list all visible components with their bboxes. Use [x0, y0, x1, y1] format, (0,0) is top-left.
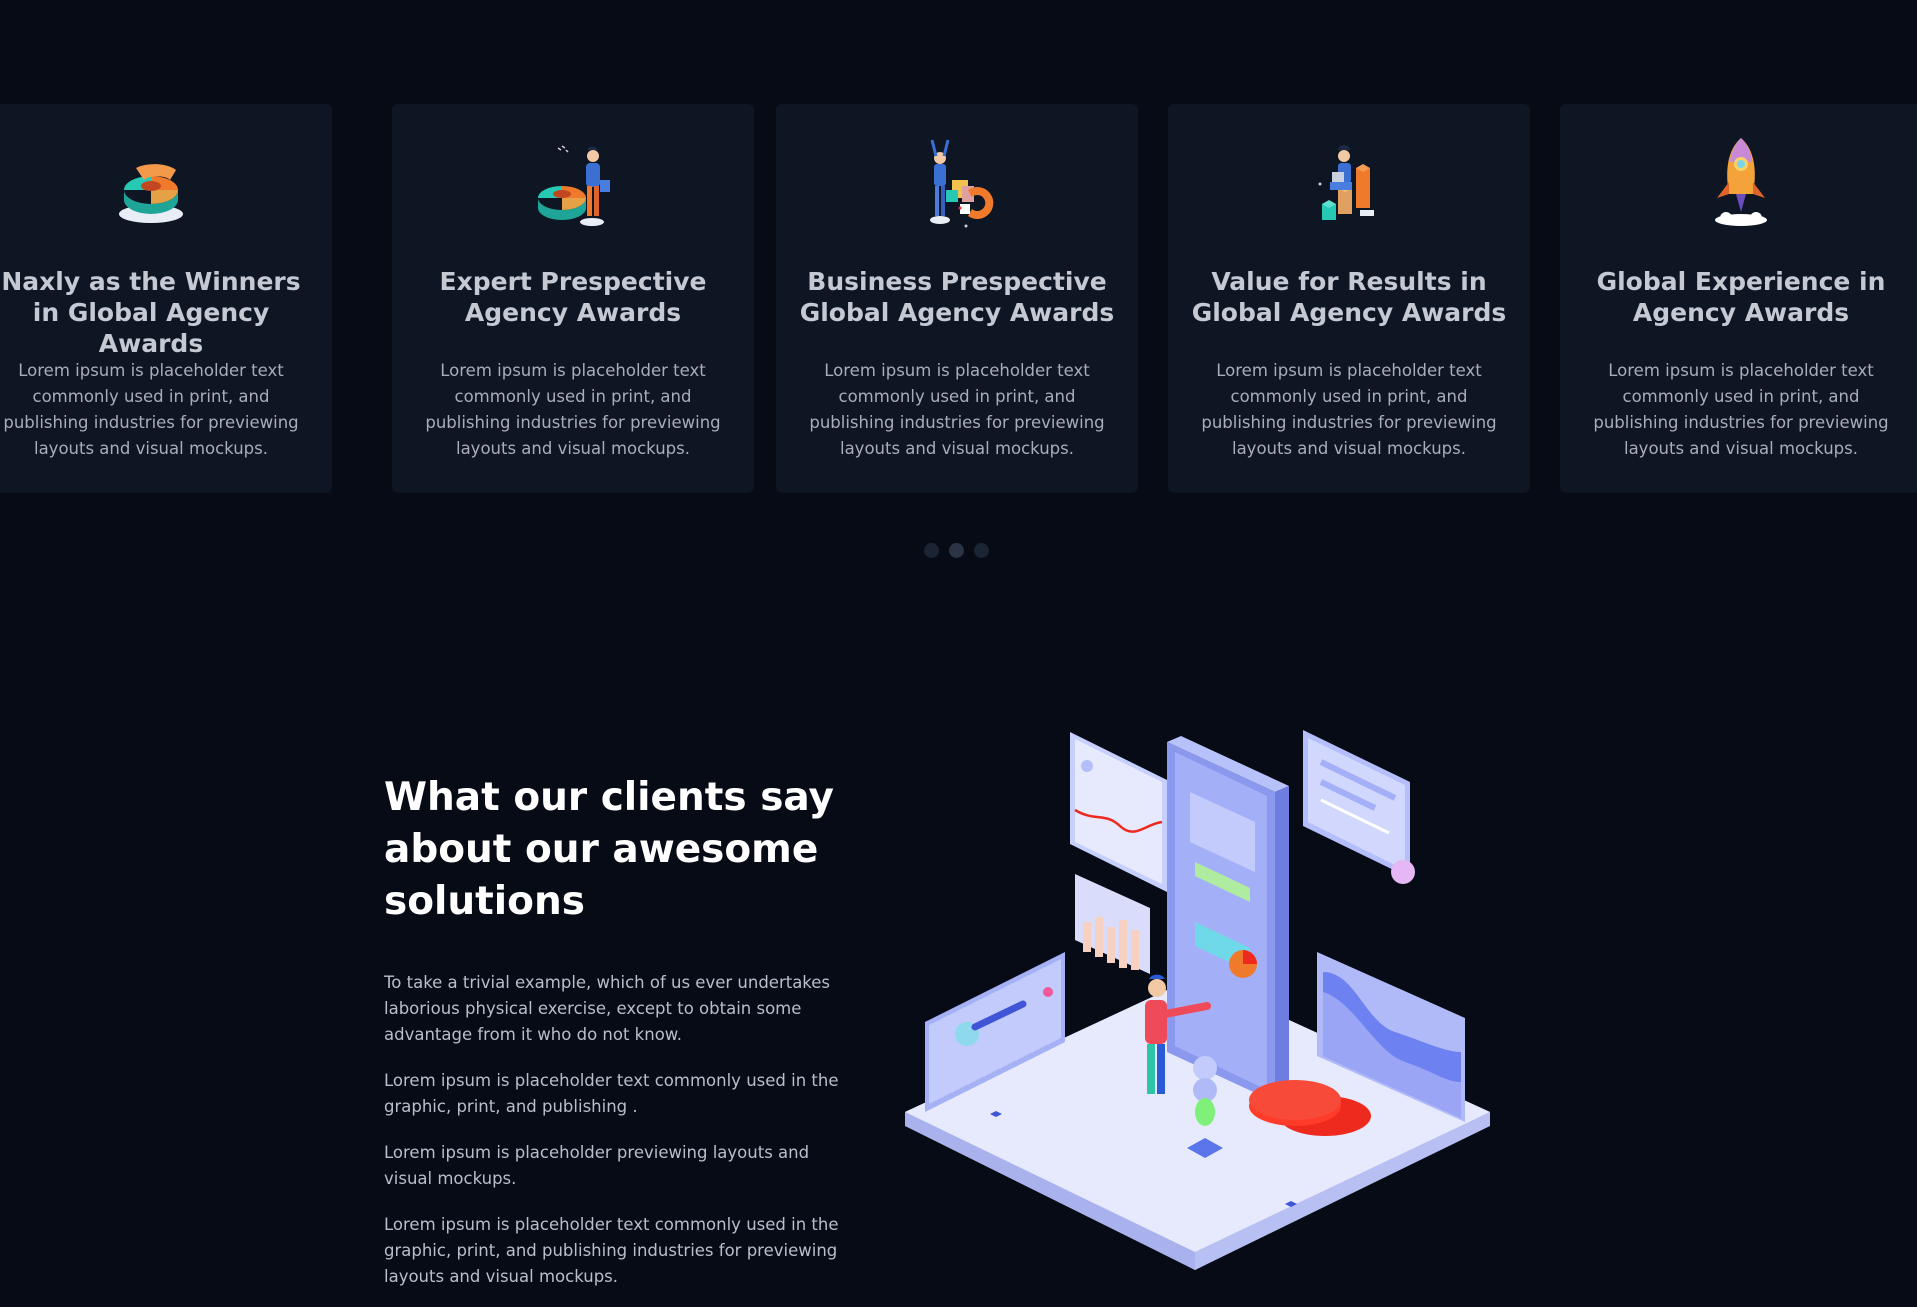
card-title: Value for Results in Global Agency Award… — [1191, 267, 1507, 327]
section-paragraph: Lorem ipsum is placeholder previewing la… — [384, 1143, 810, 1188]
section-paragraph: To take a trivial example, which of us e… — [384, 973, 831, 1044]
page: Naxly as the Winners in Global Agency Aw… — [0, 0, 1917, 1307]
award-card[interactable]: Business Prespective Global Agency Award… — [776, 104, 1138, 493]
card-text: Lorem ipsum is placeholder text commonly… — [1201, 361, 1497, 458]
carousel-dot[interactable] — [974, 543, 989, 558]
award-card[interactable]: Expert Prespective Agency Awards Lorem i… — [392, 104, 754, 493]
carousel-pagination — [924, 543, 989, 559]
card-title: Naxly as the Winners in Global Agency Aw… — [1, 267, 301, 358]
award-card[interactable]: Naxly as the Winners in Global Agency Aw… — [0, 104, 332, 493]
card-title: Business Prespective Global Agency Award… — [799, 267, 1115, 327]
section-heading: What our clients say about our awesome s… — [384, 775, 834, 924]
rocket-icon — [1686, 128, 1796, 238]
card-title: Global Experience in Agency Awards — [1596, 267, 1886, 327]
person-chart-icon — [518, 128, 628, 238]
awards-carousel[interactable]: Naxly as the Winners in Global Agency Aw… — [0, 104, 1917, 494]
section-paragraph: Lorem ipsum is placeholder text commonly… — [384, 1071, 839, 1116]
card-text: Lorem ipsum is placeholder text commonly… — [809, 361, 1105, 458]
carousel-dot-active[interactable] — [949, 543, 964, 558]
clients-section: What our clients say about our awesome s… — [384, 772, 924, 1290]
pie-chart-icon — [96, 128, 206, 238]
card-text: Lorem ipsum is placeholder text commonly… — [3, 361, 299, 458]
card-text: Lorem ipsum is placeholder text commonly… — [425, 361, 721, 458]
isometric-phone-dashboard-illustration — [905, 722, 1495, 1282]
carousel-dot[interactable] — [924, 543, 939, 558]
section-paragraph: Lorem ipsum is placeholder text commonly… — [384, 1215, 839, 1286]
card-text: Lorem ipsum is placeholder text commonly… — [1593, 361, 1889, 458]
person-bars-icon — [1294, 128, 1404, 238]
magnet-blocks-icon — [902, 128, 1012, 238]
card-title: Expert Prespective Agency Awards — [439, 267, 707, 327]
award-card[interactable]: Global Experience in Agency Awards Lorem… — [1560, 104, 1917, 493]
award-card[interactable]: Value for Results in Global Agency Award… — [1168, 104, 1530, 493]
